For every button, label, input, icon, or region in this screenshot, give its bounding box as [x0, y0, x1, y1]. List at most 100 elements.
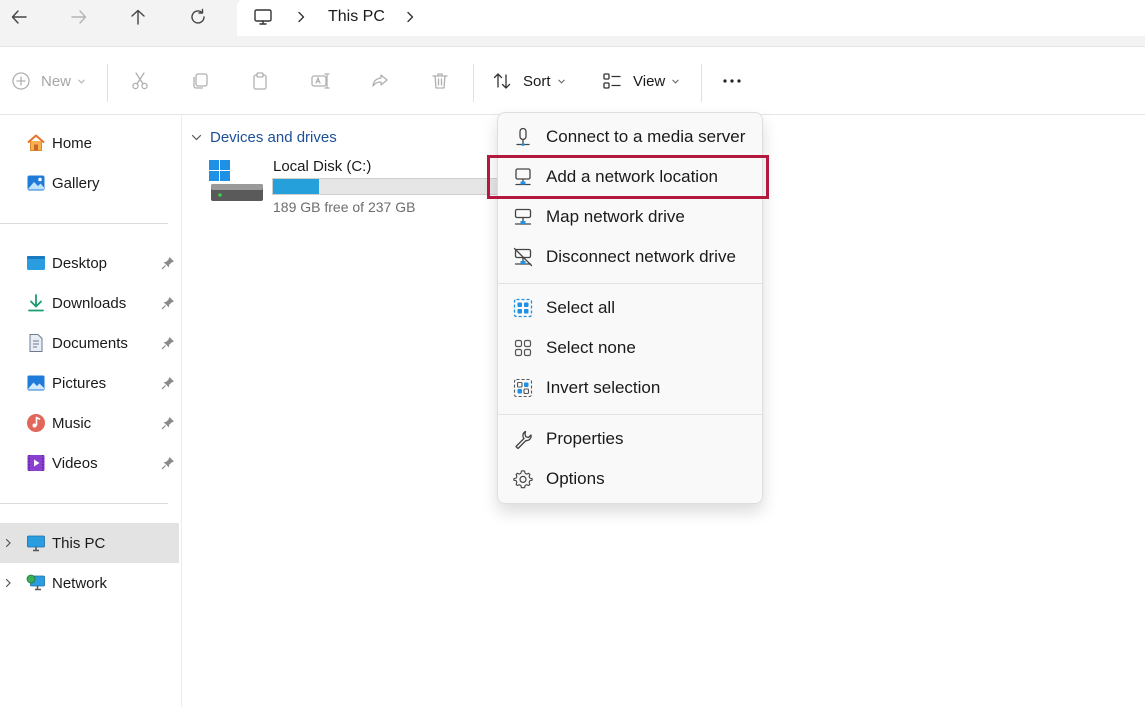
pin-icon[interactable]	[161, 256, 175, 270]
see-more-button[interactable]	[722, 67, 742, 95]
address-bar[interactable]: This PC	[237, 0, 1145, 36]
menu-item-label: Options	[546, 469, 605, 488]
chevron-right-icon[interactable]	[3, 538, 13, 548]
chevron-right-icon[interactable]	[3, 578, 13, 588]
sidebar-item-label: This PC	[52, 534, 106, 552]
gear-icon	[513, 470, 533, 489]
invert-selection-icon	[513, 378, 533, 398]
drive-name: Local Disk (C:)	[273, 158, 372, 175]
new-label: New	[41, 72, 72, 90]
menu-item-select-none[interactable]: Select none	[502, 328, 758, 368]
sort-icon	[493, 73, 511, 89]
menu-item-options[interactable]: Options	[502, 459, 758, 499]
drive-local-disk-c[interactable]: Local Disk (C:) 189 GB free of 237 GB	[206, 155, 506, 225]
menu-item-label: Disconnect network drive	[546, 247, 736, 266]
sidebar-item-label: Gallery	[52, 174, 100, 192]
sidebar-item-gallery[interactable]: Gallery	[0, 163, 179, 203]
menu-item-label: Add a network location	[546, 167, 718, 186]
forward-button[interactable]	[62, 2, 96, 32]
sidebar-item-this-pc[interactable]: This PC	[0, 523, 179, 563]
view-icon	[603, 73, 621, 89]
refresh-icon	[191, 8, 205, 24]
pin-icon[interactable]	[161, 456, 175, 470]
sidebar-item-music[interactable]: Music	[0, 403, 179, 443]
navigation-pane: Home Gallery Desktop Downloads Documents…	[0, 115, 182, 707]
new-button[interactable]: New	[11, 67, 86, 95]
sort-button[interactable]: Sort	[492, 67, 566, 95]
breadcrumb-separator[interactable]	[296, 0, 306, 34]
pin-icon[interactable]	[161, 376, 175, 390]
network-location-icon	[515, 168, 531, 186]
documents-icon	[29, 334, 43, 352]
rename-button[interactable]	[310, 67, 330, 95]
section-title: Devices and drives	[210, 128, 337, 146]
chevron-down-icon	[191, 134, 202, 140]
more-dots-icon	[723, 79, 741, 83]
pin-icon[interactable]	[161, 416, 175, 430]
desktop-folder-icon	[27, 256, 45, 270]
back-button[interactable]	[2, 2, 36, 32]
menu-item-map-network-drive[interactable]: Map network drive	[502, 197, 758, 237]
cut-button[interactable]	[130, 67, 150, 95]
devices-section-header[interactable]: Devices and drives	[191, 127, 337, 147]
pictures-icon	[27, 375, 45, 391]
paste-button[interactable]	[250, 67, 270, 95]
menu-divider	[498, 283, 762, 284]
chevron-down-icon	[672, 79, 679, 84]
menu-item-label: Connect to a media server	[546, 127, 746, 146]
see-more-menu: Connect to a media server Add a network …	[497, 112, 763, 504]
command-bar: New Sort View	[0, 47, 1145, 115]
media-server-icon	[516, 127, 530, 146]
copy-button[interactable]	[190, 67, 210, 95]
forward-arrow-icon	[71, 10, 87, 24]
toolbar-divider	[701, 64, 702, 102]
view-label: View	[633, 72, 666, 90]
menu-item-connect-media-server[interactable]: Connect to a media server	[502, 117, 758, 157]
rename-icon	[311, 73, 330, 89]
sidebar-divider	[0, 223, 168, 224]
menu-item-properties[interactable]: Properties	[502, 419, 758, 459]
up-button[interactable]	[121, 2, 155, 32]
sidebar-item-pictures[interactable]: Pictures	[0, 363, 179, 403]
sidebar-item-desktop[interactable]: Desktop	[0, 243, 179, 283]
menu-item-add-network-location[interactable]: Add a network location	[502, 157, 758, 197]
breadcrumb-this-pc[interactable]: This PC	[328, 0, 385, 34]
menu-item-label: Invert selection	[546, 378, 661, 397]
view-button[interactable]: View	[602, 67, 680, 95]
sidebar-item-label: Videos	[52, 454, 98, 472]
share-button[interactable]	[370, 67, 390, 95]
refresh-button[interactable]	[181, 2, 215, 32]
chevron-down-icon	[557, 79, 565, 84]
music-icon	[27, 414, 45, 432]
pin-icon[interactable]	[161, 336, 175, 350]
scissors-icon	[132, 72, 148, 90]
sidebar-item-network[interactable]: Network	[0, 563, 179, 603]
sidebar-item-label: Downloads	[52, 294, 127, 312]
drive-free-space: 189 GB free of 237 GB	[273, 199, 416, 215]
menu-item-disconnect-network-drive[interactable]: Disconnect network drive	[502, 237, 758, 277]
pin-icon[interactable]	[161, 296, 175, 310]
home-icon	[27, 134, 45, 151]
disconnect-drive-icon	[513, 247, 533, 267]
monitor-icon	[254, 9, 272, 25]
menu-item-select-all[interactable]: Select all	[502, 288, 758, 328]
menu-divider	[498, 414, 762, 415]
sidebar-item-documents[interactable]: Documents	[0, 323, 179, 363]
this-pc-icon	[27, 535, 45, 552]
sidebar-item-home[interactable]: Home	[0, 123, 179, 163]
delete-button[interactable]	[430, 67, 450, 95]
sidebar-item-label: Pictures	[52, 374, 107, 392]
menu-item-invert-selection[interactable]: Invert selection	[502, 368, 758, 408]
sidebar-item-videos[interactable]: Videos	[0, 443, 179, 483]
select-none-icon	[514, 339, 532, 357]
sidebar-item-downloads[interactable]: Downloads	[0, 283, 179, 323]
drive-usage-fill	[273, 179, 319, 194]
wrench-icon	[515, 430, 532, 449]
navigation-row: This PC	[0, 0, 1145, 46]
select-all-icon	[513, 298, 533, 318]
breadcrumb-separator-end[interactable]	[405, 0, 415, 34]
address-root[interactable]	[253, 0, 273, 34]
sidebar-item-label: Documents	[52, 334, 128, 352]
downloads-icon	[28, 294, 44, 312]
chevron-down-icon	[78, 79, 85, 84]
